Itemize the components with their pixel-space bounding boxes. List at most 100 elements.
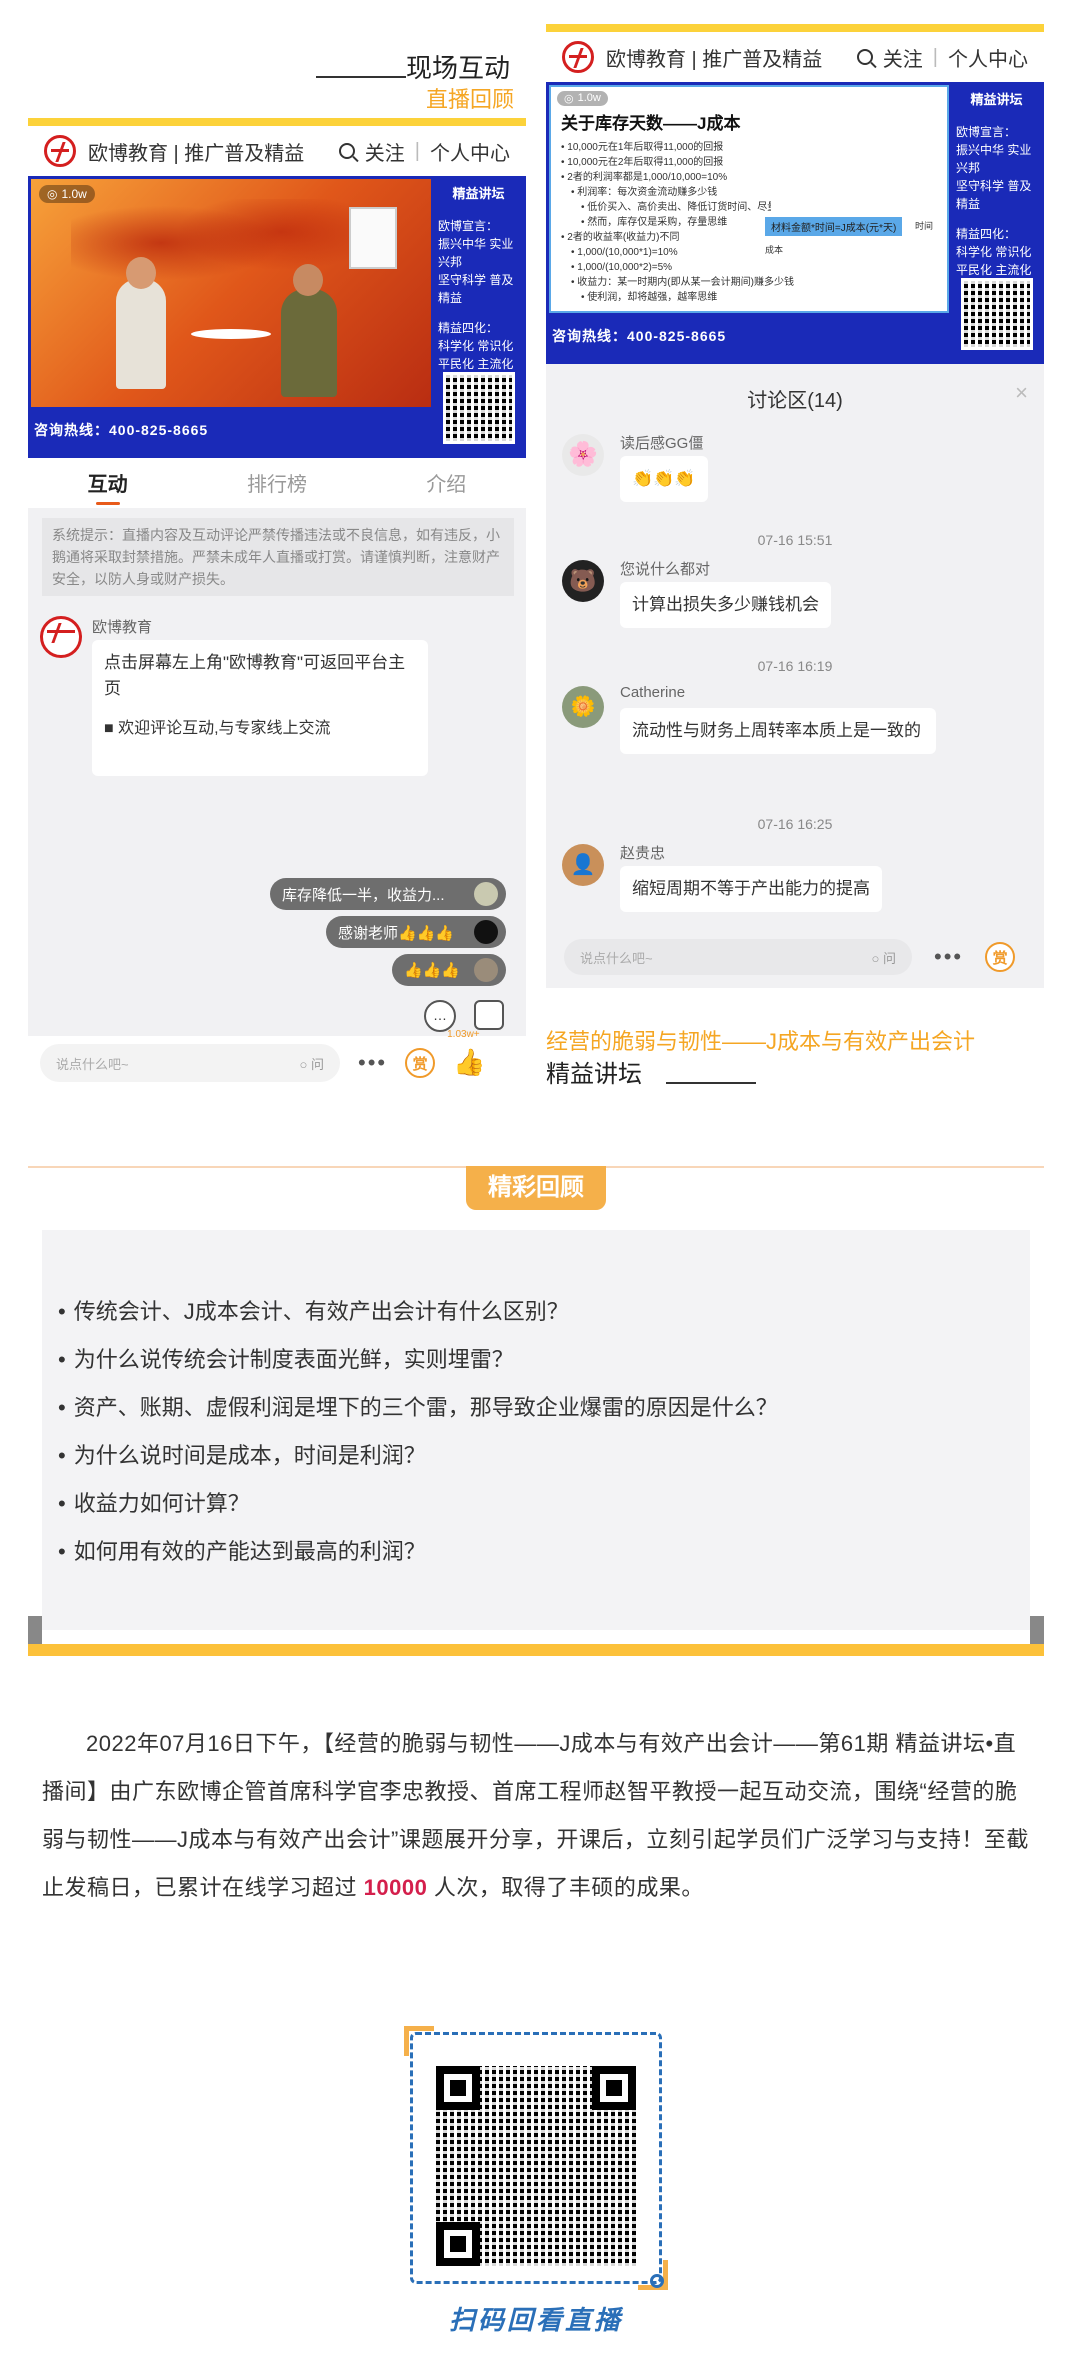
left-phone-topbar	[28, 118, 526, 126]
presenter-right-head	[293, 264, 323, 296]
user-avatar[interactable]: 👤	[562, 844, 604, 886]
user-name: 您说什么都对	[620, 561, 711, 578]
brand-logo-icon[interactable]	[44, 135, 76, 167]
view-count: 1.0w	[61, 187, 87, 201]
commenter-avatar	[474, 958, 498, 982]
slide-cost-box: 材料金额*时间=J成本(元*天)	[765, 217, 903, 236]
right-section-subtitle: 精益讲坛	[546, 1061, 642, 1088]
right-section-title: 经营的脆弱与韧性——J成本与有效产出会计	[546, 1029, 976, 1054]
side-line: 精益四化：	[438, 321, 499, 335]
left-phone-header: 欧博教育 | 推广普及精益 关注 | 个人中心	[28, 126, 526, 176]
comment-input[interactable]: 说点什么吧~ ○ 问	[40, 1044, 340, 1082]
brand-logo-icon[interactable]	[562, 41, 594, 73]
video-qr-code	[443, 372, 515, 444]
personal-center-link[interactable]: 个人中心	[430, 137, 510, 166]
brand-name[interactable]: 欧博教育 | 推广普及精益	[606, 43, 822, 72]
table	[191, 329, 271, 339]
slide-title: 关于库存天数——J成本	[561, 114, 741, 133]
hotline: 咨询热线：400-825-8665	[552, 326, 727, 346]
message-time: 07-16 16:25	[757, 816, 833, 832]
slide-line: • 使利润，却将越强，越率思维	[581, 292, 718, 303]
search-icon[interactable]	[338, 143, 355, 159]
tab-ranking[interactable]: 排行榜	[247, 468, 307, 497]
left-header-line	[316, 76, 406, 78]
comment-text: 👍👍👍	[404, 962, 461, 979]
slide-line: • 收益力：某一时期内(即从某一会计期间)赚多少钱	[571, 277, 794, 288]
review-question: 传统会计、J成本会计、有效产出会计有什么区别？	[58, 1296, 778, 1328]
bottom-bar: 说点什么吧~ ○ 问 ••• 赏 1.03w+ 👍	[28, 1029, 526, 1090]
article-paragraph: 2022年07月16日下午，【经营的脆弱与韧性——J成本与有效产出会计——第61…	[42, 1720, 1032, 1912]
user-avatar[interactable]: 🐻	[562, 560, 604, 602]
follow-button[interactable]: 关注	[365, 137, 405, 166]
close-icon[interactable]: ×	[1015, 380, 1028, 406]
calendar-icon[interactable]	[474, 1000, 504, 1030]
host-avatar[interactable]	[40, 616, 82, 658]
comment-pill[interactable]: 👍👍👍	[392, 954, 506, 986]
ask-toggle[interactable]: ○ 问	[872, 948, 896, 967]
like-button[interactable]: 1.03w+ 👍	[447, 1029, 486, 1079]
slide-line: • 1,000/(10,000*2)=5%	[571, 262, 673, 273]
ask-toggle[interactable]: ○ 问	[300, 1054, 324, 1073]
comment-text: 库存降低一半，收益力...	[282, 886, 445, 904]
more-icon[interactable]: •••	[358, 1050, 387, 1076]
slide-line: • 1,000/(10,000*1)=10%	[571, 247, 678, 258]
presenter-left-head	[126, 257, 156, 289]
reward-button[interactable]: 赏	[405, 1048, 436, 1078]
user-message: 计算出损失多少赚钱机会	[620, 582, 831, 628]
side-line: 精益四化：	[956, 227, 1017, 241]
follow-button[interactable]: 关注	[883, 43, 923, 72]
slide-axis-time: 时间	[915, 221, 934, 231]
user-avatar[interactable]: 🌸	[562, 434, 604, 476]
slide-line: • 利润率：每次资金流动赚多少钱	[571, 187, 718, 198]
view-count: 1.0w	[577, 92, 601, 104]
discussion-panel: 讨论区(14) × 🌸 读后感GG僵 👏👏👏 07-16 15:51 🐻 您说什…	[546, 364, 1044, 988]
input-placeholder: 说点什么吧~	[56, 1056, 129, 1072]
user-message: 流动性与财务上周转率本质上是一致的	[620, 708, 936, 754]
slide-axis-cost: 成本	[765, 245, 784, 255]
video-player[interactable]: ◎ 1.0w 精益讲坛 欧博宣言： 振兴中华 实业兴邦 坚守科学 普及精益 精益四…	[28, 176, 526, 458]
comment-pill[interactable]: 感谢老师👍👍👍	[326, 916, 506, 948]
personal-center-link[interactable]: 个人中心	[948, 43, 1028, 72]
user-message: 缩短周期不等于产出能力的提高	[620, 866, 882, 912]
message-time: 07-16 16:19	[757, 658, 833, 674]
review-question: 资产、账期、虚假利润是埋下的三个雷，那导致企业爆雷的原因是什么？	[58, 1392, 778, 1424]
side-title: 精益讲坛	[452, 186, 505, 201]
search-icon[interactable]	[856, 49, 873, 65]
review-corner-left	[28, 1616, 42, 1644]
user-avatar[interactable]: 🌼	[562, 686, 604, 728]
comment-input[interactable]: 说点什么吧~ ○ 问	[564, 939, 912, 975]
left-section-title: 现场互动	[406, 53, 511, 83]
review-question: 为什么说时间是成本，时间是利润？	[58, 1440, 778, 1472]
like-count: 1.03w+	[447, 1029, 480, 1040]
view-count-badge: ◎ 1.0w	[557, 91, 608, 106]
review-panel: 传统会计、J成本会计、有效产出会计有什么区别？ 为什么说传统会计制度表面光鲜，实…	[42, 1230, 1030, 1630]
host-message: 点击屏幕左上角"欧博教育"可返回平台主页 ■ 欢迎评论互动,与专家线上交流	[92, 640, 428, 776]
comment-pill[interactable]: 库存降低一半，收益力...	[270, 878, 506, 910]
chat-bubble-icon[interactable]: …	[424, 1000, 456, 1032]
tab-interaction[interactable]: 互动	[88, 468, 128, 505]
side-line: 坚守科学 普及精益	[438, 273, 514, 305]
view-count-badge: ◎ 1.0w	[39, 185, 95, 203]
left-section-subtitle: 直播回顾	[426, 87, 515, 112]
host-message-line: 点击屏幕左上角"欧博教育"可返回平台主页	[104, 653, 406, 698]
right-phone: 欧博教育 | 推广普及精益 关注 | 个人中心 ◎ 1.0w 关于库存天数——J成…	[546, 24, 1044, 988]
side-line: 欧博宣言：	[956, 125, 1017, 139]
more-icon[interactable]: •••	[934, 944, 963, 970]
eye-icon: ◎	[564, 93, 574, 105]
thumbs-up-icon: 👍	[453, 1047, 486, 1077]
qr-ring-icon	[650, 2274, 664, 2288]
reward-button[interactable]: 赏	[985, 942, 1016, 972]
eye-icon: ◎	[47, 187, 58, 201]
right-phone-header: 欧博教育 | 推广普及精益 关注 | 个人中心	[546, 32, 1044, 82]
commenter-avatar	[474, 920, 498, 944]
review-question: 收益力如何计算？	[58, 1488, 778, 1520]
host-name: 欧博教育	[92, 619, 153, 636]
chat-area[interactable]: 系统提示：直播内容及互动评论严禁传播违法或不良信息，如有违反，小鹅通将采取封禁措…	[28, 508, 526, 1090]
slide-video-player[interactable]: ◎ 1.0w 关于库存天数——J成本 • 10,000元在1年后取得11,000的…	[546, 82, 1044, 364]
article-highlight: 10000	[357, 1875, 434, 1900]
review-bottom-bar	[28, 1644, 1044, 1656]
brand-name[interactable]: 欧博教育 | 推广普及精益	[88, 137, 304, 166]
side-line: 振兴中华 实业兴邦	[438, 237, 514, 269]
slide-line: • 10,000元在1年后取得11,000的回报	[561, 142, 724, 153]
tab-intro[interactable]: 介绍	[426, 468, 466, 497]
